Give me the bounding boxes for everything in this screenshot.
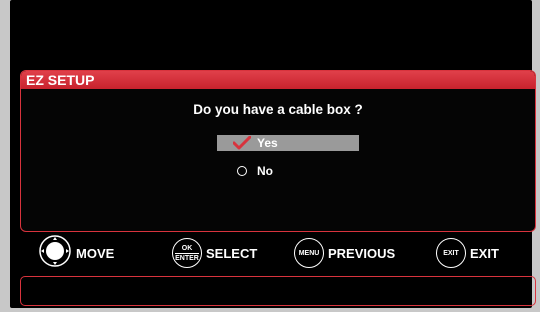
panel-title: EZ SETUP: [21, 71, 535, 89]
radio-icon: [231, 166, 253, 176]
checkmark-icon: [231, 136, 253, 150]
select-label: SELECT: [206, 245, 258, 261]
exit-label: EXIT: [470, 245, 499, 261]
previous-hint[interactable]: MENU PREVIOUS: [294, 236, 395, 270]
option-yes[interactable]: Yes: [217, 135, 359, 151]
option-label: No: [257, 164, 273, 178]
button-hint-bar: MOVE OK ENTER SELECT MENU PREVIOUS EXIT …: [20, 234, 536, 273]
option-no[interactable]: No: [217, 163, 359, 179]
tv-screen: EZ SETUP Do you have a cable box ? Yes N…: [10, 0, 536, 308]
question-text: Do you have a cable box ?: [193, 102, 363, 117]
dpad-icon: [38, 234, 72, 273]
info-bar: [20, 276, 536, 306]
move-hint[interactable]: MOVE: [38, 234, 115, 273]
move-label: MOVE: [76, 245, 115, 261]
exit-key-icon: EXIT: [436, 238, 466, 268]
ok-enter-key-icon: OK ENTER: [172, 238, 202, 268]
ez-setup-panel: EZ SETUP Do you have a cable box ? Yes N…: [20, 70, 536, 232]
select-hint[interactable]: OK ENTER SELECT: [172, 236, 257, 270]
previous-label: PREVIOUS: [328, 245, 396, 261]
menu-key-icon: MENU: [294, 238, 324, 268]
exit-hint[interactable]: EXIT EXIT: [436, 236, 499, 270]
option-label: Yes: [257, 136, 278, 150]
